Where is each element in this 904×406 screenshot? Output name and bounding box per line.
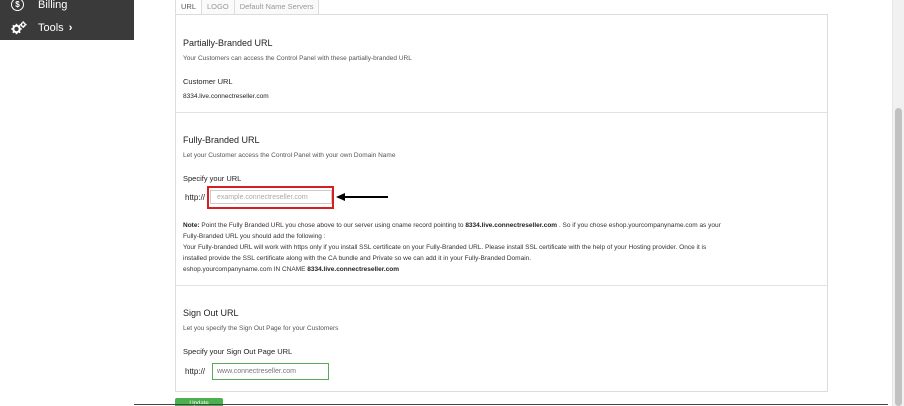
tab-logo[interactable]: LOGO: [201, 0, 235, 14]
branding-panel: Partially-Branded URL Your Customers can…: [175, 14, 828, 392]
sidebar: $ Billing Tools ›: [0, 0, 134, 406]
sidebar-item-tools[interactable]: Tools ›: [0, 16, 134, 40]
note-text-5a: eshop.yourcompanyname.com IN CNAME: [183, 266, 308, 273]
partial-branded-description: Your Customers can access the Control Pa…: [183, 55, 412, 62]
section-divider: [176, 112, 827, 113]
bottom-border: [134, 404, 888, 405]
signout-title: Sign Out URL: [183, 308, 239, 318]
fully-branded-note: Note: Point the Fully Branded URL you ch…: [183, 220, 813, 275]
note-line-5: eshop.yourcompanyname.com IN CNAME 8334.…: [183, 264, 813, 275]
note-host: 8334.live.connectreseller.com: [465, 222, 558, 229]
fully-branded-url-prefix: http://: [185, 193, 206, 202]
section-divider: [176, 285, 827, 286]
customer-url-value: 8334.live.connectreseller.com: [183, 93, 269, 100]
input-highlight-box: [207, 186, 334, 209]
sidebar-item-label: Billing: [38, 0, 68, 11]
tab-url[interactable]: URL: [175, 0, 203, 14]
tab-default-name-servers[interactable]: Default Name Servers: [233, 0, 320, 14]
tools-label-text: Tools: [38, 22, 64, 34]
note-line-2: Fully-Branded URL you should add the fol…: [183, 233, 326, 240]
note-label: Note:: [183, 222, 200, 229]
page-scrollbar[interactable]: [892, 0, 904, 406]
note-line-3: Your Fully-branded URL will work with ht…: [183, 244, 707, 251]
specify-url-label: Specify your URL: [183, 174, 242, 183]
fully-branded-title: Fully-Branded URL: [183, 135, 260, 145]
scrollbar-thumb[interactable]: [895, 108, 902, 406]
customer-url-label: Customer URL: [183, 77, 233, 86]
note-line-1: Note: Point the Fully Branded URL you ch…: [183, 220, 813, 231]
signout-specify-label: Specify your Sign Out Page URL: [183, 347, 293, 356]
signout-url-input[interactable]: www.connectreseller.com: [212, 363, 329, 380]
branding-tabs: URL LOGO Default Name Servers: [175, 0, 320, 14]
note-text-1a: Point the Fully Branded URL you chose ab…: [201, 222, 466, 229]
fully-branded-description: Let your Customer access the Control Pan…: [183, 152, 396, 159]
note-text-1b: . So if you chose eshop.yourcompanyname.…: [557, 222, 721, 229]
note-cname-host: 8334.live.connectreseller.com: [307, 266, 400, 273]
signout-url-prefix: http://: [185, 367, 206, 376]
gears-icon: [11, 21, 27, 35]
sidebar-item-label: Tools ›: [38, 22, 72, 34]
arrow-shaft: [343, 196, 388, 198]
dollar-circle-icon: $: [11, 0, 24, 11]
chevron-right-icon: ›: [68, 22, 73, 34]
sidebar-item-billing[interactable]: $ Billing: [0, 0, 134, 17]
note-line-4: installed provide the SSL certificate al…: [183, 255, 532, 262]
signout-description: Let you specify the Sign Out Page for yo…: [183, 325, 339, 332]
partial-branded-title: Partially-Branded URL: [183, 38, 273, 48]
